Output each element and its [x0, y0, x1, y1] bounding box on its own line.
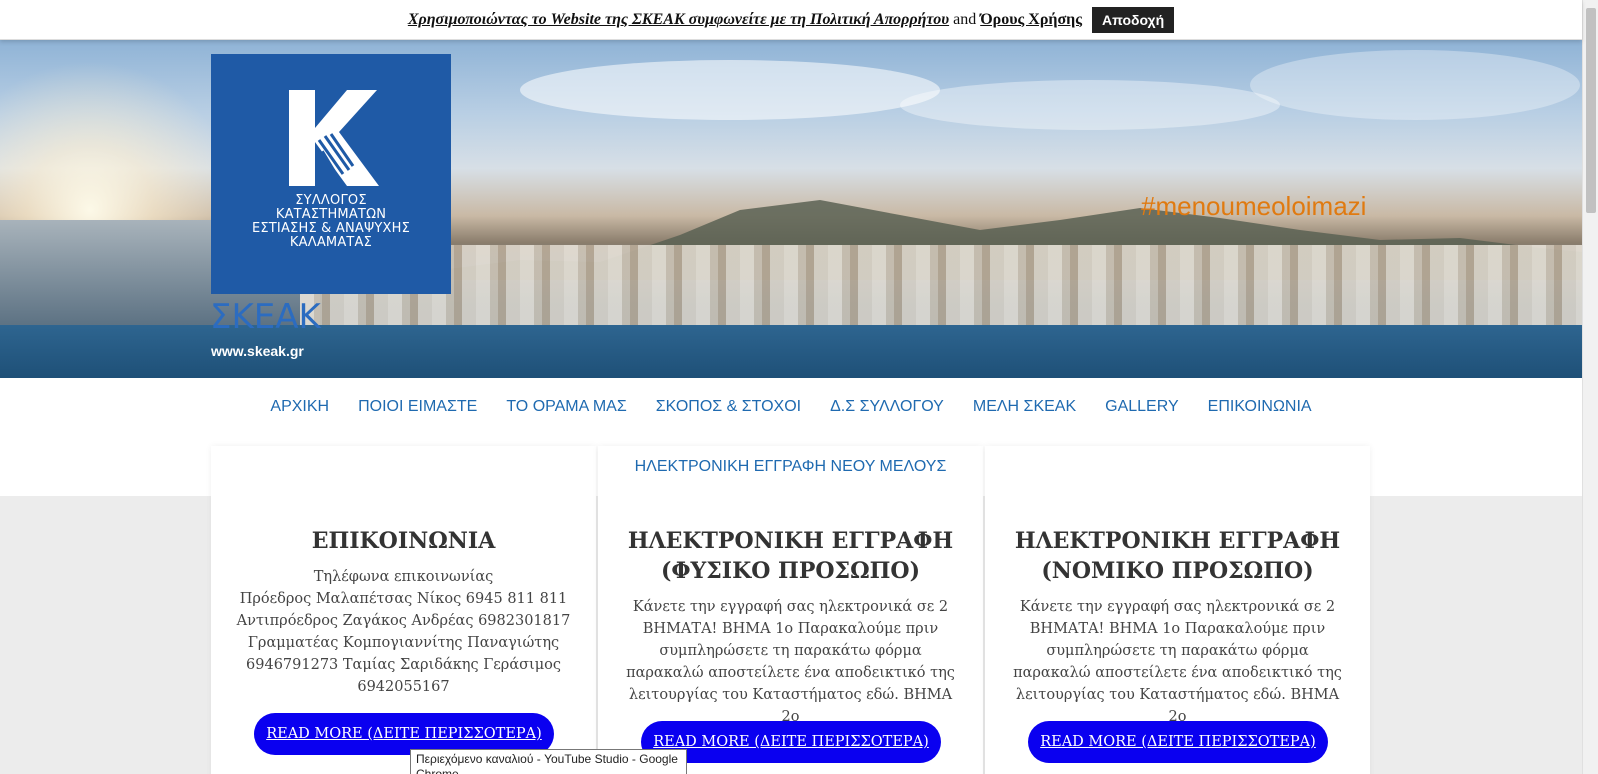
card-title-line: (ΝΟΜΙΚΟ ΠΡΟΣΩΠΟ) — [1041, 558, 1314, 584]
card-body: Κάνετε την εγγραφή σας ηλεκτρονικά σε 2 … — [1007, 596, 1348, 728]
card-body-line: ΒΗΜΑΤΑ! ΒΗΜΑ 1ο Παρακαλούμε πριν — [1029, 621, 1326, 637]
cloud — [520, 60, 940, 120]
nav-item-contact[interactable]: ΕΠΙΚΟΙΝΩΝΙΑ — [1193, 398, 1326, 416]
nav-item-board[interactable]: Δ.Σ ΣΥΛΛΟΓΟΥ — [816, 398, 959, 416]
card-title-line: (ΦΥΣΙΚΟ ΠΡΟΣΩΠΟ) — [660, 558, 921, 584]
cloud — [1250, 50, 1580, 120]
main-nav: ΑΡΧΙΚΗ ΠΟΙΟΙ ΕΙΜΑΣΤΕ ΤΟ ΟΡΑΜΑ ΜΑΣ ΣΚΟΠΟΣ… — [0, 398, 1582, 416]
cookie-consent-bar: Χρησιμοποιώντας το Website της ΣΚΕΑΚ συμ… — [0, 0, 1582, 40]
page-scrollbar[interactable] — [1582, 0, 1598, 774]
card-title: ΗΛΕΚΤΡΟΝΙΚΗ ΕΓΓΡΑΦΗ (ΦΥΣΙΚΟ ΠΡΟΣΩΠΟ) — [608, 526, 973, 586]
hashtag-text: #menoumeoloimazi — [1141, 191, 1367, 221]
registration-legal-person-card: ΗΛΕΚΤΡΟΝΙΚΗ ΕΓΓΡΑΦΗ (ΝΟΜΙΚΟ ΠΡΟΣΩΠΟ) Κάν… — [985, 446, 1370, 774]
nav-item-about[interactable]: ΠΟΙΟΙ ΕΙΜΑΣΤΕ — [344, 398, 492, 416]
cookie-message: Χρησιμοποιώντας το Website της ΣΚΕΑΚ συμ… — [408, 11, 1082, 29]
nav-item-home[interactable]: ΑΡΧΙΚΗ — [256, 398, 344, 416]
nav-item-gallery[interactable]: GALLERY — [1091, 398, 1194, 416]
card-body: Τηλέφωνα επικοινωνίας Πρόεδρος Μαλαπέτσα… — [233, 566, 574, 698]
window-tooltip: Περιεχόμενο καναλιού - YouTube Studio - … — [410, 749, 687, 774]
card-title: ΗΛΕΚΤΡΟΝΙΚΗ ΕΓΓΡΑΦΗ (ΝΟΜΙΚΟ ΠΡΟΣΩΠΟ) — [995, 526, 1360, 586]
scrollbar-thumb[interactable] — [1586, 8, 1596, 213]
card-body-line: παρακαλώ αποστείλετε ένα αποδεικτικό της — [626, 665, 955, 681]
card-body-line: 6946791273 Ταμίας Σαριδάκης Γεράσιμος — [246, 657, 561, 673]
k-fork-logo-icon — [289, 90, 379, 186]
cookie-and-text: and — [953, 10, 977, 28]
contact-card: ΕΠΙΚΟΙΝΩΝΙΑ Τηλέφωνα επικοινωνίας Πρόεδρ… — [211, 446, 596, 774]
card-body-line: Τηλέφωνα επικοινωνίας — [313, 569, 494, 585]
card-title-line: ΕΠΙΚΟΙΝΩΝΙΑ — [311, 528, 496, 554]
logo-text-line: ΚΑΛΑΜΑΤΑΣ — [289, 235, 373, 250]
site-title[interactable]: ΣΚΕΑΚ — [210, 297, 321, 337]
card-title-line: ΗΛΕΚΤΡΟΝΙΚΗ ΕΓΓΡΑΦΗ — [1014, 528, 1341, 554]
registration-natural-person-card: ΗΛΕΚΤΡΟΝΙΚΗ ΕΓΓΡΑΦΗ ΝΕΟΥ ΜΕΛΟΥΣ ΗΛΕΚΤΡΟΝ… — [598, 446, 983, 774]
nav-item-vision[interactable]: ΤΟ ΟΡΑΜΑ ΜΑΣ — [492, 398, 641, 416]
card-body-line: Κάνετε την εγγραφή σας ηλεκτρονικά σε 2 — [1019, 599, 1336, 615]
site-tagline: www.skeak.gr — [211, 343, 304, 359]
card-body-line: συμπληρώσετε τη παρακάτω φόρμα — [1046, 643, 1309, 659]
card-body-line: ΒΗΜΑΤΑ! ΒΗΜΑ 1ο Παρακαλούμε πριν — [642, 621, 939, 637]
read-more-button[interactable]: READ MORE (ΔΕΙΤΕ ΠΕΡΙΣΣΟΤΕΡΑ) — [1028, 721, 1328, 763]
card-body-line: Αντιπρόεδρος Ζαγάκος Ανδρέας 6982301817 — [236, 613, 571, 629]
card-title: ΕΠΙΚΟΙΝΩΝΙΑ — [221, 526, 586, 556]
card-body-line: Κάνετε την εγγραφή σας ηλεκτρονικά σε 2 — [632, 599, 949, 615]
cookie-accept-button[interactable]: Αποδοχή — [1092, 6, 1175, 33]
card-body-line: 6942055167 — [357, 679, 450, 695]
card-body-line: συμπληρώσετε τη παρακάτω φόρμα — [659, 643, 922, 659]
new-member-registration-link[interactable]: ΗΛΕΚΤΡΟΝΙΚΗ ΕΓΓΡΑΦΗ ΝΕΟΥ ΜΕΛΟΥΣ — [598, 458, 983, 476]
privacy-policy-link[interactable]: Χρησιμοποιώντας το Website της ΣΚΕΑΚ συμ… — [408, 11, 949, 28]
cloud — [900, 80, 1280, 130]
nav-item-goals[interactable]: ΣΚΟΠΟΣ & ΣΤΟΧΟΙ — [641, 398, 815, 416]
logo-text-line: ΣΥΛΛΟΓΟΣ — [295, 193, 367, 208]
site-logo[interactable]: ΣΥΛΛΟΓΟΣ ΚΑΤΑΣΤΗΜΑΤΩΝ ΕΣΤΙΑΣΗΣ & ΑΝΑΨΥΧΗ… — [211, 54, 451, 294]
logo-text-line: ΕΣΤΙΑΣΗΣ & ΑΝΑΨΥΧΗΣ — [251, 221, 411, 236]
card-body-line: παρακαλώ αποστείλετε ένα αποδεικτικό της — [1013, 665, 1342, 681]
card-body-line: Γραμματέας Κομπογιαννίτης Παναγιώτης — [247, 635, 560, 651]
card-title-line: ΗΛΕΚΤΡΟΝΙΚΗ ΕΓΓΡΑΦΗ — [627, 528, 954, 554]
logo-text-line: ΚΑΤΑΣΤΗΜΑΤΩΝ — [275, 207, 387, 222]
nav-item-members[interactable]: ΜΕΛΗ ΣΚΕΑΚ — [958, 398, 1090, 416]
terms-of-use-link[interactable]: Όρους Χρήσης — [980, 11, 1082, 28]
card-body: Κάνετε την εγγραφή σας ηλεκτρονικά σε 2 … — [620, 596, 961, 728]
card-body-line: Πρόεδρος Μαλαπέτσας Νίκος 6945 811 811 — [239, 591, 568, 607]
